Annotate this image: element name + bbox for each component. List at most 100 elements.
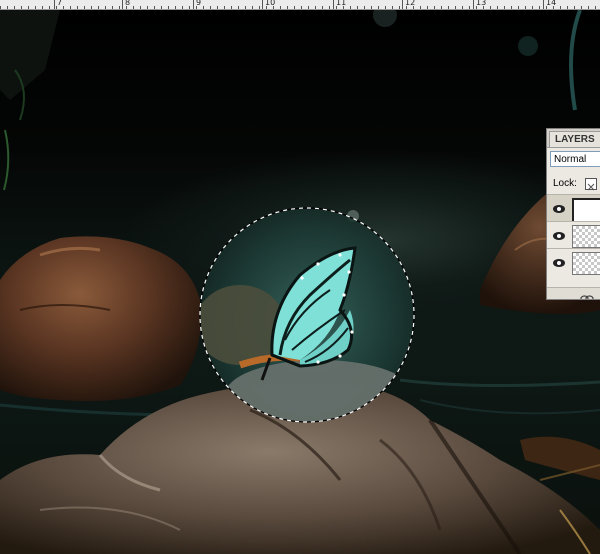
- layer-row[interactable]: [547, 194, 600, 223]
- ruler-tick: [0, 6, 1, 9]
- link-glyph: [580, 295, 594, 299]
- ruler-major-tick: [262, 0, 263, 9]
- layer-thumbnail[interactable]: [572, 225, 600, 248]
- ruler-tick: [231, 6, 232, 9]
- ruler-tick: [441, 6, 442, 9]
- ruler-tick: [385, 6, 386, 9]
- ruler-tick: [259, 6, 260, 9]
- ruler-tick: [497, 6, 498, 9]
- ruler-tick: [588, 6, 589, 9]
- ruler-tick: [434, 6, 435, 9]
- layers-panel-body: Normal Lock:: [547, 147, 600, 299]
- ruler-tick: [112, 6, 113, 9]
- ruler-tick: [147, 6, 148, 9]
- ruler-tick: [301, 6, 302, 9]
- ruler-tick: [273, 6, 274, 9]
- layers-panel-footer: [547, 287, 600, 299]
- ruler-tick: [28, 6, 29, 9]
- ruler-tick: [63, 6, 64, 9]
- layers-tab[interactable]: LAYERS: [549, 131, 600, 148]
- ruler-tick: [266, 6, 267, 9]
- ruler-tick: [504, 6, 505, 9]
- ruler-tick: [56, 6, 57, 9]
- ruler-tick: [294, 6, 295, 9]
- ruler-tick: [490, 6, 491, 9]
- ruler-tick: [252, 6, 253, 9]
- ruler-tick: [196, 6, 197, 9]
- ruler-tick: [14, 6, 15, 9]
- ruler-tick: [105, 6, 106, 9]
- eye-icon[interactable]: [549, 251, 569, 274]
- ruler-tick: [413, 6, 414, 9]
- layer-row[interactable]: [547, 221, 600, 249]
- ruler-tick: [77, 6, 78, 9]
- eye-icon[interactable]: [549, 224, 569, 247]
- layers-panel[interactable]: LAYERS Normal Lock:: [546, 128, 600, 300]
- ruler-label-14: 14: [546, 0, 557, 7]
- ruler-major-tick: [333, 0, 334, 9]
- ruler-tick: [245, 6, 246, 9]
- ruler-label-7: 7: [57, 0, 63, 7]
- ruler-tick: [70, 6, 71, 9]
- document-canvas[interactable]: [0, 10, 600, 554]
- link-icon[interactable]: [580, 290, 594, 299]
- ruler-tick: [364, 6, 365, 9]
- ruler-tick: [420, 6, 421, 9]
- ruler-tick: [553, 6, 554, 9]
- ruler-major-tick: [54, 0, 55, 9]
- eye-glyph: [553, 204, 565, 213]
- ruler-tick: [217, 6, 218, 9]
- ruler-tick: [343, 6, 344, 9]
- ruler-tick: [469, 6, 470, 9]
- ruler-tick: [595, 6, 596, 9]
- ruler-tick: [525, 6, 526, 9]
- eye-icon[interactable]: [549, 197, 569, 220]
- ruler-tick: [224, 6, 225, 9]
- layer-thumbnail[interactable]: [572, 198, 600, 223]
- ruler-tick: [371, 6, 372, 9]
- eye-glyph: [553, 231, 565, 240]
- ruler-tick: [427, 6, 428, 9]
- ruler-tick: [91, 6, 92, 9]
- ruler-tick: [189, 6, 190, 9]
- ruler-tick: [476, 6, 477, 9]
- layer-row[interactable]: [547, 248, 600, 276]
- ruler-major-tick: [473, 0, 474, 9]
- ruler-tick: [336, 6, 337, 9]
- ruler-tick: [7, 6, 8, 9]
- ruler-tick: [546, 6, 547, 9]
- ruler-tick: [49, 6, 50, 9]
- ruler-tick: [406, 6, 407, 9]
- ruler-tick: [210, 6, 211, 9]
- ruler-tick: [455, 6, 456, 9]
- ruler-tick: [399, 6, 400, 9]
- ruler-tick: [539, 6, 540, 9]
- ruler-tick: [518, 6, 519, 9]
- lock-transparency-icon[interactable]: [585, 178, 597, 191]
- ruler-label-11: 11: [336, 0, 347, 7]
- ruler-tick: [560, 6, 561, 9]
- ruler-tick: [581, 6, 582, 9]
- horizontal-ruler[interactable]: 7 8 9 10 11 12 13 14: [0, 0, 600, 10]
- ruler-tick: [238, 6, 239, 9]
- blend-mode-select[interactable]: Normal: [550, 151, 600, 167]
- layer-thumbnail[interactable]: [572, 252, 600, 275]
- ruler-tick: [84, 6, 85, 9]
- ruler-tick: [574, 6, 575, 9]
- ruler-tick: [532, 6, 533, 9]
- lock-transparency-glyph: [587, 183, 595, 191]
- ruler-tick: [119, 6, 120, 9]
- eye-glyph: [553, 258, 565, 267]
- ruler-tick: [483, 6, 484, 9]
- ruler-tick: [21, 6, 22, 9]
- ruler-tick: [126, 6, 127, 9]
- ruler-tick: [203, 6, 204, 9]
- ruler-tick: [161, 6, 162, 9]
- ruler-tick: [35, 6, 36, 9]
- ruler-tick: [98, 6, 99, 9]
- ruler-tick: [322, 6, 323, 9]
- ruler-tick: [378, 6, 379, 9]
- ruler-tick: [511, 6, 512, 9]
- ruler-tick: [280, 6, 281, 9]
- ruler-tick: [448, 6, 449, 9]
